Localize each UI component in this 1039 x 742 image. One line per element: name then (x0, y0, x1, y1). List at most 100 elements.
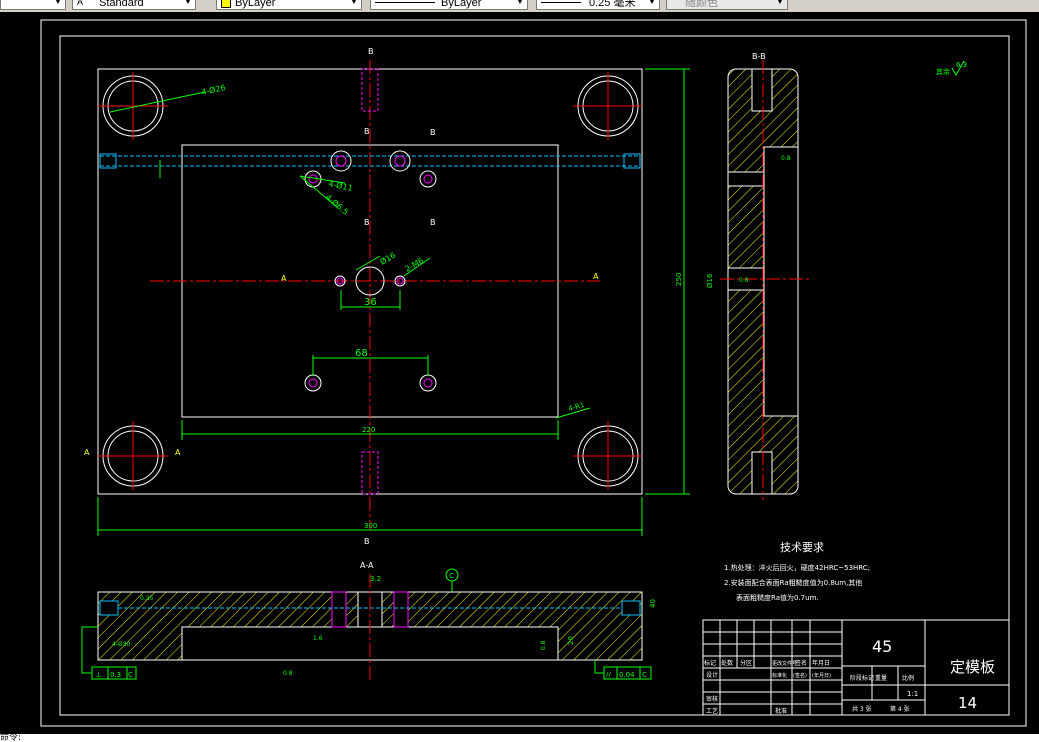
section-label: B (364, 127, 370, 136)
dim-20: 20 (567, 636, 575, 645)
plot-style-value: 随颜色 (685, 0, 718, 9)
small-hole (419, 374, 437, 392)
small-hole (419, 170, 437, 188)
title-block-label: 比例 (902, 674, 914, 682)
section-bb-screw (727, 171, 765, 187)
dim-16: Ø16 (706, 273, 714, 288)
section-label: B (364, 537, 370, 546)
dim-40: 40 (649, 599, 657, 608)
roughness-label: 3.2 (370, 575, 381, 583)
corner-holes-label: 4-Ø26 (200, 82, 226, 97)
title-block-label: 审核 (706, 695, 718, 703)
command-line[interactable]: 命令: (0, 734, 1039, 742)
small-holes-label-2: 4-Ø6.5 (324, 192, 351, 217)
section-bb-pocket (763, 146, 799, 417)
material-value: 45 (872, 637, 892, 656)
small-hole (330, 150, 352, 172)
dropdown-arrow-icon[interactable]: ▼ (514, 0, 526, 8)
linetype-preview-icon (375, 2, 435, 3)
svg-text:⊥: ⊥ (95, 670, 102, 679)
tech-req-title: 技术要求 (780, 541, 824, 554)
section-aa-view: A-A 3.2 C 40 20 0.25 4-Ø30 1.6 0.8 0.8 ⊥… (81, 561, 657, 680)
section-label: B (430, 218, 436, 227)
text-style-select[interactable]: A Standard ▼ (72, 0, 196, 10)
title-block-text: 45 定模板 14 标记 处数 分区 更改文件号 签名 年月日 设计 标准化 (… (704, 637, 995, 715)
roughness-label: 0.8 (540, 640, 547, 650)
dimension-lines (97, 68, 690, 536)
color-select[interactable]: ByLayer ▼ (216, 0, 362, 10)
section-label: B (368, 47, 374, 56)
title-block-label: 更改文件号 (772, 660, 797, 667)
sheet-number: 第 4 张 (890, 705, 910, 713)
small-holes-label: 4-Ø11 (328, 178, 354, 193)
roughness-label: 0.8 (781, 155, 791, 162)
center-hole-label: Ø16 (378, 250, 397, 267)
title-block-label: 处数 (721, 659, 733, 667)
top-view: 4-Ø26 4-Ø11 4-Ø6.5 Ø16 2-M6 36 68 220 30… (84, 47, 690, 546)
part-name: 定模板 (950, 658, 995, 676)
color-swatch-icon (221, 0, 231, 8)
small-hole (304, 374, 322, 392)
text-style-icon: A (77, 0, 84, 7)
title-block-label: 签名 (795, 659, 807, 667)
dim-025: 0.25 (140, 595, 154, 602)
svg-text:C: C (642, 671, 647, 679)
dim-220: 220 (362, 426, 375, 434)
title-block-label: 标准化 (772, 672, 787, 679)
section-aa-screw (621, 600, 641, 616)
corner-hole (573, 421, 642, 490)
title-block-label: 标记 (704, 659, 716, 667)
section-label: B (364, 218, 370, 227)
radius-label: 4-R1 (567, 401, 585, 413)
linetype-select[interactable]: ByLayer ▼ (370, 0, 528, 10)
cad-drawing: 4-Ø26 4-Ø11 4-Ø6.5 Ø16 2-M6 36 68 220 30… (40, 19, 1027, 727)
corner-hole (98, 72, 168, 140)
text-style-value: Standard (99, 0, 144, 9)
dropdown-arrow-icon[interactable]: ▼ (348, 0, 360, 8)
section-aa-side-hole (393, 591, 409, 628)
technical-requirements: 技术要求 1.热处理：淬火后回火，硬度42HRC~53HRC; 2.安装面配合表… (724, 541, 870, 602)
dim-250: 250 (675, 273, 683, 286)
section-label: A (175, 448, 181, 457)
section-label: A (281, 274, 287, 283)
section-bb-hole-bottom (751, 451, 773, 495)
section-label: B (430, 128, 436, 137)
lineweight-select[interactable]: 0.25 毫米 ▼ (536, 0, 660, 10)
plot-style-select[interactable]: 随颜色 ▼ (666, 0, 788, 10)
dropdown-arrow-icon[interactable]: ▼ (646, 0, 658, 8)
title-block-label: 阶段标记 (850, 674, 874, 682)
title-block-label: 批准 (775, 707, 787, 715)
section-bb-hole-top (751, 68, 773, 112)
tech-req-line: 1.热处理：淬火后回火，硬度42HRC~53HRC; (724, 563, 870, 572)
dropdown-arrow-icon[interactable]: ▼ (52, 0, 64, 8)
svg-text:0.3: 0.3 (110, 671, 121, 679)
title-block-label: (年月日) (812, 672, 831, 679)
section-aa-title: A-A (360, 561, 374, 570)
drawing-number: 14 (958, 694, 977, 712)
roughness-label: 1.6 (313, 635, 323, 642)
title-block-label: (签名) (793, 672, 807, 679)
section-aa-side-hole (331, 591, 347, 628)
side-holes-label: 2-M6 (404, 256, 426, 274)
small-hole (389, 150, 411, 172)
section-label: A (84, 448, 90, 457)
section-aa-screw (99, 600, 119, 616)
section-bb-view: B-B Ø16 0.8 0.8 (706, 52, 810, 500)
lineweight-preview-icon (541, 2, 581, 3)
dropdown-arrow-icon[interactable]: ▼ (182, 0, 194, 8)
svg-text://: // (606, 671, 611, 679)
dim-36: 36 (364, 297, 377, 308)
dim-4030: 4-Ø30 (112, 641, 131, 648)
roughness-label: 0.8 (739, 277, 749, 284)
toolbar-left-field[interactable]: ▼ (0, 0, 66, 10)
svg-text:C: C (128, 671, 133, 679)
dim-68: 68 (355, 348, 368, 359)
tech-req-line: 表面粗糙度Ra值为0.7um. (736, 593, 819, 602)
corner-hole (573, 72, 642, 140)
dim-300: 300 (364, 522, 377, 530)
svg-text:0.04: 0.04 (619, 671, 635, 679)
title-block-label: 工艺 (706, 707, 718, 715)
dropdown-arrow-icon[interactable]: ▼ (774, 0, 786, 8)
sheets-total: 共 3 张 (852, 705, 872, 713)
drawing-canvas[interactable]: 4-Ø26 4-Ø11 4-Ø6.5 Ø16 2-M6 36 68 220 30… (0, 12, 1039, 734)
